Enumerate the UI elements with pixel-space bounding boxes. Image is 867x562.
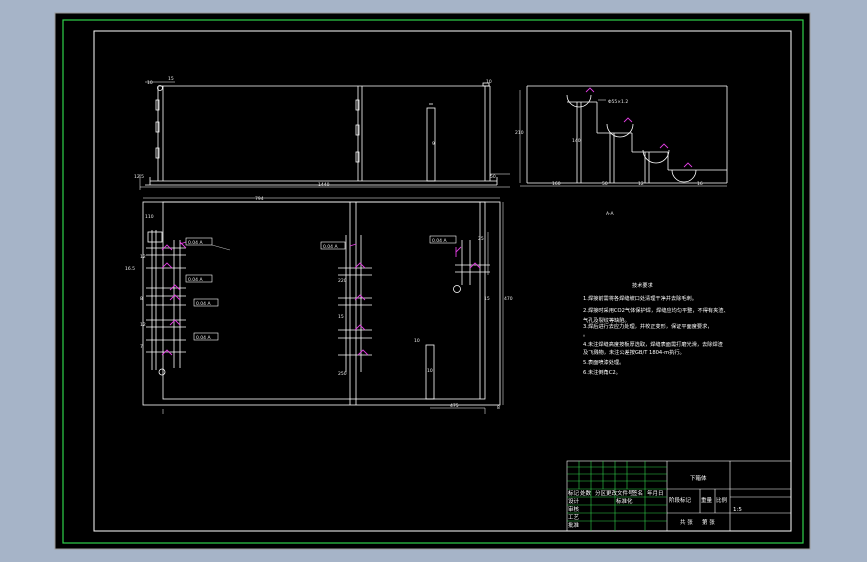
top-dim-6: 9 <box>432 141 435 147</box>
tb-left-label-2: 工艺 <box>568 514 580 521</box>
tb-sheet-number: 第 张 <box>702 518 715 526</box>
tb-std-label: 标准化 <box>616 497 633 505</box>
front-dim-1: 110 <box>145 214 154 220</box>
front-dim-15: 10 <box>427 368 433 374</box>
front-dim-6: 7 <box>140 344 143 350</box>
front-dim-2: 16.5 <box>125 266 135 272</box>
front-dim-16: 475 <box>450 403 459 409</box>
top-dim-0: 10 <box>147 80 153 86</box>
tb-weight-label: 重量 <box>701 496 713 504</box>
front-dim-14: 8 <box>497 405 500 411</box>
tech-req-line: 3.焊后进行去应力处理，并校正变形，保证平面度要求， <box>583 322 712 330</box>
front-callout-2: 0.04 A <box>196 301 211 307</box>
tech-req-line: 4.未注焊缝高度按板厚选取，焊缝表面需打磨光滑，去除焊渣 <box>583 340 724 348</box>
cad-viewport: 10 15 12.5 1440 10 50 9 Φ55×1.2 160 50 1… <box>0 0 867 562</box>
side-dim-2: 12 <box>638 181 644 187</box>
tb-scale-value: 1:5 <box>733 507 742 513</box>
front-callout-4: 0.04 A <box>323 244 338 250</box>
tech-req-line: 2.焊接时采用CO2气体保护焊，焊缝应均匀平整，不得有夹渣、 <box>583 306 729 314</box>
tb-row-label-4: 签名 <box>632 489 643 497</box>
tb-left-label-3: 批准 <box>568 521 580 529</box>
part-name: 下箱体 <box>690 474 707 482</box>
tech-req-line: 1.焊接前需将各焊缝坡口处清理干净并去除毛刺。 <box>583 294 697 302</box>
top-dim-5: 50 <box>490 174 496 180</box>
tech-req-line: 。 <box>583 332 588 338</box>
drawing-sheet <box>54 12 811 550</box>
front-callout-3: 0.04 A <box>196 335 211 341</box>
front-dim-11: 220 <box>338 278 347 284</box>
tb-row-label-2: 分区 <box>595 489 607 497</box>
front-dim-8: 470 <box>504 296 513 302</box>
tech-req-line: 6.未注倒角C2。 <box>583 368 621 376</box>
side-dim-1: 50 <box>602 181 608 187</box>
side-dim-4: 210 <box>515 130 524 136</box>
tb-row-label-0: 标记 <box>568 489 580 497</box>
cad-drawing-canvas: 10 15 12.5 1440 10 50 9 Φ55×1.2 160 50 1… <box>54 12 811 550</box>
front-dim-3: 12 <box>140 254 146 260</box>
front-dim-10: 15 <box>484 296 490 302</box>
tech-req-title: 技术要求 <box>632 281 654 289</box>
tb-scale-label: 比例 <box>716 496 728 504</box>
tb-stage-label: 阶段标记 <box>669 496 692 504</box>
side-dim-3: 16 <box>697 181 703 187</box>
tech-req-line: 及飞溅物，未注公差按GB/T 1804-m执行。 <box>583 348 685 356</box>
top-dim-3: 1440 <box>318 182 330 188</box>
front-callout-5: 0.04 A <box>432 238 447 244</box>
tb-left-label-1: 审核 <box>568 505 580 513</box>
front-dim-5: 12 <box>140 322 146 328</box>
front-callout-0: 0.04 A <box>188 240 203 246</box>
front-dim-4: 8 <box>140 296 143 302</box>
tb-row-label-5: 年月日 <box>647 489 664 497</box>
front-dim-7: 10 <box>414 338 420 344</box>
front-dim-0: 794 <box>255 196 264 202</box>
top-dim-4: 10 <box>486 79 492 85</box>
tech-req-line: 5.表面喷漆处理。 <box>583 358 624 366</box>
tb-row-label-1: 处数 <box>580 489 592 497</box>
side-dim-0: 160 <box>552 181 561 187</box>
top-dim-1: 15 <box>168 76 174 82</box>
side-callout: Φ55×1.2 <box>608 99 628 105</box>
tech-req-line: 气孔及裂纹等缺陷。 <box>583 316 630 324</box>
top-dim-2: 12.5 <box>134 174 144 180</box>
side-dim-5: 140 <box>572 138 581 144</box>
tb-row-label-3: 更改文件号 <box>606 489 634 497</box>
side-scale-label: A-A <box>606 211 615 217</box>
front-callout-1: 0.04 A <box>188 277 203 283</box>
tb-left-label-0: 设计 <box>568 497 580 505</box>
front-dim-9: 25 <box>478 236 484 242</box>
front-dim-12: 250 <box>338 371 347 377</box>
tb-sheet-total: 共 张 <box>680 518 693 526</box>
front-dim-13: 15 <box>338 314 344 320</box>
